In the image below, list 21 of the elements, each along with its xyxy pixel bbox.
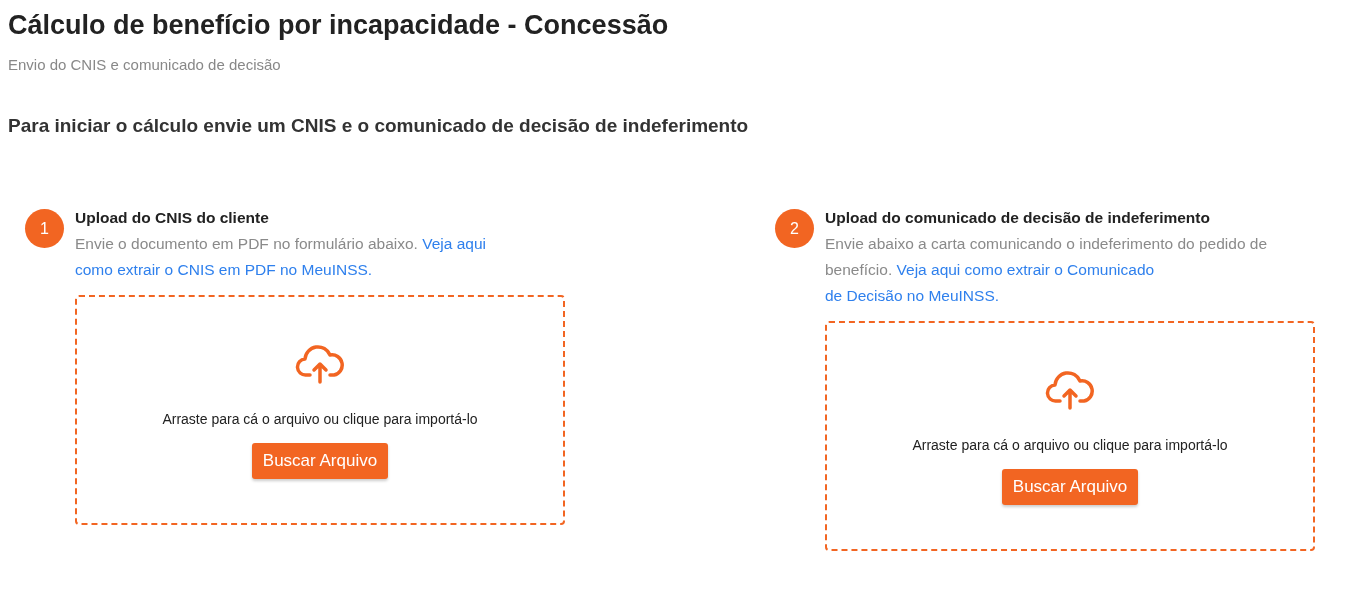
cloud-upload-icon [1045, 371, 1095, 411]
help-link[interactable]: de Decisão no MeuINSS. [825, 287, 1000, 304]
step-number: 1 [25, 209, 64, 248]
page-title: Cálculo de benefício por incapacidade - Concessão [8, 9, 670, 42]
upload-dropzone[interactable]: Arraste para cá o arquivo ou clique para importá-lo Buscar Arquivo [825, 321, 1315, 551]
section-heading: Para iniciar o cálculo envie um CNIS e o comunicado de decisão de indeferimento [8, 115, 750, 137]
browse-file-button[interactable]: Buscar Arquivo [251, 443, 389, 479]
dropzone-hint: Arraste para cá o arquivo ou clique para importá-lo [912, 437, 1228, 453]
dropzone-hint: Arraste para cá o arquivo ou clique para importá-lo [162, 411, 478, 427]
step-number: 2 [775, 209, 814, 248]
help-link[interactable]: Veja aqui como extrair o Comunicado [896, 261, 1155, 278]
step-title: Upload do comunicado de decisão de indeferimento [825, 208, 1211, 228]
upload-dropzone[interactable]: Arraste para cá o arquivo ou clique para importá-lo Buscar Arquivo [75, 295, 565, 525]
cloud-upload-icon [295, 345, 345, 385]
help-link[interactable]: como extrair o CNIS em PDF no MeuINSS. [75, 261, 373, 278]
step-description: Envie o documento em PDF no formulário abaixo. Veja aqui como extrair o CNIS em PDF no MeuINSS. [75, 234, 487, 280]
help-link[interactable]: Veja aqui [422, 235, 486, 252]
browse-file-button[interactable]: Buscar Arquivo [1001, 469, 1139, 505]
step-description: Envie abaixo a carta comunicando o indeferimento do pedido de benefício. Veja aqui como extrair o Comunicado de Decisão no MeuINSS. [825, 234, 1269, 306]
page-subtitle: Envio do CNIS e comunicado de decisão [8, 56, 282, 73]
step-title: Upload do CNIS do cliente [75, 208, 270, 228]
